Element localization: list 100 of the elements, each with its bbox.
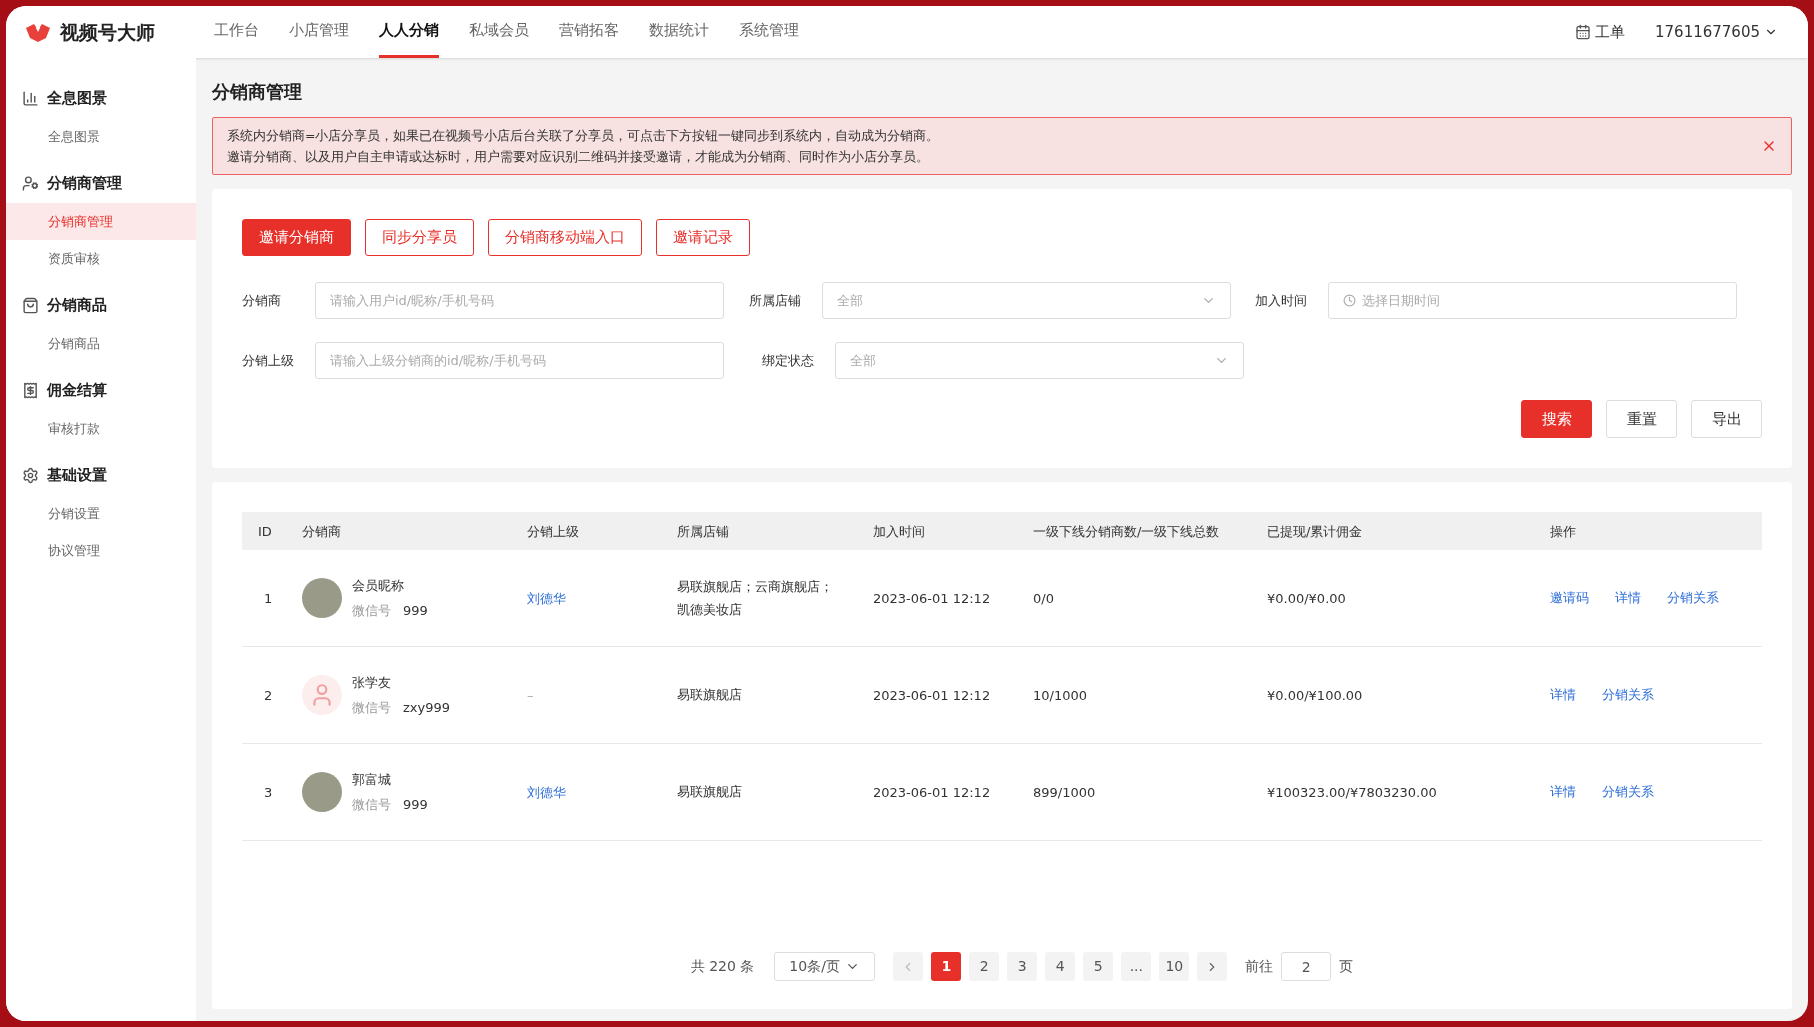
table-cell: 2023-06-01 12:12 — [873, 688, 991, 703]
sidebar-item[interactable]: 资质审核 — [6, 240, 196, 277]
table-cell: ¥0.00/¥0.00 — [1267, 591, 1346, 606]
nav-tab[interactable]: 数据统计 — [649, 6, 709, 58]
action-button[interactable]: 邀请记录 — [656, 219, 750, 256]
settings-icon — [22, 466, 39, 484]
sidebar-group-title: 全息图景 — [47, 87, 107, 109]
sidebar-item[interactable]: 分销设置 — [6, 495, 196, 532]
text-field[interactable]: 请输入用户id/昵称/手机号码 — [315, 282, 724, 319]
page-button[interactable]: 4 — [1045, 952, 1076, 981]
column-header: 加入时间 — [873, 524, 925, 539]
goto-label: 前往 — [1245, 957, 1274, 976]
nav-tab[interactable]: 系统管理 — [739, 6, 799, 58]
page-title: 分销商管理 — [212, 80, 303, 104]
filter-label: 所属店铺 — [748, 291, 802, 310]
column-header: 分销商 — [302, 524, 341, 539]
sidebar-item[interactable]: 审核打款 — [6, 410, 196, 447]
calendar-icon — [1575, 24, 1591, 40]
chart-icon — [22, 89, 39, 107]
member-name: 张学友 — [352, 673, 392, 692]
member-name: 郭富城 — [352, 770, 392, 789]
sidebar-item[interactable]: 分销商品 — [6, 325, 196, 362]
filter-label: 分销上级 — [242, 351, 295, 370]
superior-link[interactable]: 刘德华 — [527, 785, 566, 800]
total-count: 共 220 条 — [690, 957, 755, 976]
store-text: 易联旗舰店 — [677, 686, 743, 705]
page-button[interactable]: 10 — [1159, 952, 1190, 981]
operation-link[interactable]: 详情 — [1615, 588, 1641, 608]
wechat-label: 微信号 — [352, 699, 391, 717]
column-header: 所属店铺 — [677, 524, 729, 539]
page-size-select[interactable]: 10条/页 — [774, 952, 876, 981]
store-text: 易联旗舰店 — [677, 783, 743, 802]
bag-icon — [22, 296, 39, 314]
sidebar-group-title: 分销商品 — [47, 294, 107, 316]
filter-label: 加入时间 — [1255, 291, 1309, 310]
nav-tab[interactable]: 营销拓客 — [559, 6, 619, 58]
alert-text: 邀请分销商、以及用户自主申请或达标时，用户需要对应识别二维码并接受邀请，才能成为分销商、同时作为小店分享员。 — [227, 148, 930, 166]
alert-text: 系统内分销商=小店分享员，如果已在视频号小店后台关联了分享员，可点击下方按钮一键同步到系统内，自动成为分销商。 — [227, 127, 941, 145]
sidebar-item[interactable]: 分销商管理 — [6, 203, 196, 240]
column-header: 已提现/累计佣金 — [1267, 524, 1363, 539]
sidebar-group-title: 基础设置 — [47, 464, 107, 486]
wechat-id: zxy999 — [403, 699, 451, 717]
wechat-label: 微信号 — [352, 602, 391, 620]
operation-link[interactable]: 分销关系 — [1667, 588, 1719, 608]
column-header: 分销上级 — [527, 524, 579, 539]
table-cell: 3 — [264, 785, 273, 800]
filter-label: 分销商 — [242, 291, 282, 310]
operation-link[interactable]: 详情 — [1550, 782, 1576, 802]
action-button[interactable]: 同步分享员 — [365, 219, 474, 256]
filter-button[interactable]: 重置 — [1606, 400, 1677, 438]
previous-page-button[interactable] — [893, 952, 924, 981]
member-name: 会员昵称 — [352, 576, 405, 595]
action-button[interactable]: 分销商移动端入口 — [488, 219, 642, 256]
table-cell: 0/0 — [1033, 591, 1054, 606]
filter-button[interactable]: 导出 — [1691, 400, 1762, 438]
nav-tab[interactable]: 私域会员 — [469, 6, 529, 58]
next-page-button[interactable] — [1197, 952, 1228, 981]
page-suffix: 页 — [1339, 957, 1354, 976]
store-text: 凯德美妆店 — [677, 601, 743, 619]
wechat-label: 微信号 — [352, 796, 391, 814]
page-button[interactable]: 5 — [1083, 952, 1114, 981]
sidebar-group-title: 佣金结算 — [47, 379, 107, 401]
wechat-id: 999 — [403, 602, 428, 620]
sidebar-item[interactable]: 协议管理 — [6, 532, 196, 569]
page-button[interactable]: 2 — [969, 952, 1000, 981]
action-button[interactable]: 邀请分销商 — [242, 219, 351, 256]
page-number-field[interactable]: 2 — [1281, 952, 1332, 981]
operation-link[interactable]: 详情 — [1550, 685, 1576, 705]
store-text: 易联旗舰店；云商旗舰店； — [677, 577, 834, 596]
user-icon — [22, 174, 39, 192]
brand-name: 视频号大师 — [60, 19, 155, 45]
nav-tab[interactable]: 小店管理 — [289, 6, 349, 58]
column-header: ID — [258, 524, 272, 539]
table-cell: 1 — [264, 591, 273, 606]
nav-tab[interactable]: 工作台 — [214, 6, 259, 58]
text-field[interactable]: 请输入上级分销商的id/昵称/手机号码 — [315, 342, 724, 379]
table-cell: 899/1000 — [1033, 785, 1096, 800]
table-cell: 2023-06-01 12:12 — [873, 591, 991, 606]
column-header: 操作 — [1550, 524, 1576, 539]
page-button[interactable]: 3 — [1007, 952, 1038, 981]
clock-icon — [1343, 294, 1357, 307]
table-cell: ¥0.00/¥100.00 — [1267, 688, 1363, 703]
wechat-id: 999 — [403, 796, 428, 814]
table-cell: 2023-06-01 12:12 — [873, 785, 991, 800]
ticket-button[interactable]: 工单 — [1575, 20, 1625, 44]
superior-link[interactable]: 刘德华 — [527, 591, 566, 606]
table-cell: 10/1000 — [1033, 688, 1087, 703]
page-button[interactable]: 1 — [931, 952, 962, 981]
operation-link[interactable]: 邀请码 — [1550, 588, 1589, 608]
column-header: 一级下线分销商数/一级下线总数 — [1033, 524, 1220, 539]
nav-tab[interactable]: 人人分销 — [379, 6, 439, 58]
page-button[interactable]: ... — [1121, 952, 1152, 981]
filter-button[interactable]: 搜索 — [1521, 400, 1592, 438]
operation-link[interactable]: 分销关系 — [1602, 782, 1654, 802]
sidebar-item[interactable]: 全息图景 — [6, 118, 196, 155]
table-cell: ¥100323.00/¥7803230.00 — [1267, 785, 1437, 800]
filter-label: 绑定状态 — [762, 351, 815, 370]
operation-link[interactable]: 分销关系 — [1602, 685, 1654, 705]
table-cell: 2 — [264, 688, 273, 703]
account-menu[interactable]: 17611677605 — [1655, 20, 1778, 44]
